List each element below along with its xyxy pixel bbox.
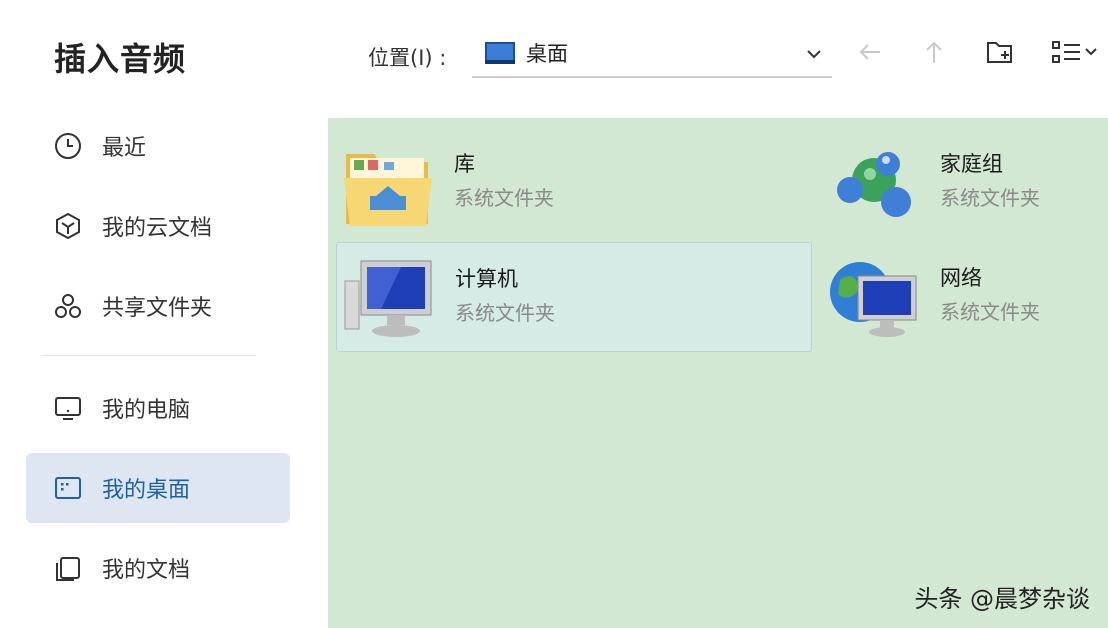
chevron-down-icon [804,44,824,64]
back-icon [856,38,884,70]
sidebar-item-my-documents[interactable]: 我的文档 [26,533,290,603]
sidebar-item-cloud-docs[interactable]: 我的云文档 [26,191,290,261]
sidebar-item-label: 共享文件夹 [102,296,213,321]
sidebar: 插入音频 最近 我的云文档 共享文件夹 我的电脑 我的桌面 我的文档 [0,0,328,628]
library-folder-icon [340,140,436,230]
up-icon [920,38,948,70]
file-name: 库 [454,152,475,176]
file-item-computer[interactable]: 计算机 系统文件夹 [336,242,812,352]
documents-icon [52,552,84,584]
watermark-text: 头条 @晨梦杂谈 [914,585,1090,613]
file-name: 家庭组 [940,152,1003,176]
file-type: 系统文件夹 [940,186,1040,210]
sidebar-item-label: 我的云文档 [102,216,213,241]
location-dropdown[interactable]: 桌面 [472,30,832,78]
view-options-icon [1050,38,1102,70]
file-name: 网络 [940,266,982,290]
cloud-doc-icon [52,210,84,242]
clock-icon [52,130,84,162]
sidebar-item-label: 最近 [102,136,147,161]
sidebar-item-my-desktop[interactable]: 我的桌面 [26,453,290,523]
sidebar-item-my-computer[interactable]: 我的电脑 [26,373,290,443]
dialog-title: 插入音频 [54,40,187,78]
new-folder-button[interactable] [984,38,1016,70]
sidebar-item-label: 我的电脑 [102,398,191,423]
sidebar-item-recent[interactable]: 最近 [26,111,290,181]
desktop-location-icon [484,41,516,65]
up-button[interactable] [918,38,950,70]
computer-icon [341,255,437,345]
shared-folder-icon [52,290,84,322]
network-icon [826,254,922,344]
toolbar: 位置(I) : 桌面 [328,0,1108,118]
sidebar-divider [42,355,256,356]
desktop-icon [52,472,84,504]
file-list-area[interactable]: 库 系统文件夹 家庭组 系统文件夹 计算机 系统文件夹 网络 系统文件夹 头条 … [328,118,1108,628]
file-item-network[interactable]: 网络 系统文件夹 [822,242,1102,352]
sidebar-item-shared-folders[interactable]: 共享文件夹 [26,271,290,341]
file-type: 系统文件夹 [940,300,1040,324]
homegroup-icon [826,140,922,230]
sidebar-item-label: 我的桌面 [102,478,191,503]
new-folder-icon [985,38,1015,70]
sidebar-item-label: 我的文档 [102,558,191,583]
file-name: 计算机 [455,267,518,291]
file-item-homegroup[interactable]: 家庭组 系统文件夹 [822,128,1102,238]
view-options-button[interactable] [1050,38,1102,70]
back-button[interactable] [854,38,886,70]
monitor-icon [52,392,84,424]
location-label: 位置(I) : [368,46,447,70]
file-type: 系统文件夹 [454,186,554,210]
file-item-library[interactable]: 库 系统文件夹 [336,128,812,238]
file-type: 系统文件夹 [455,301,555,325]
location-value: 桌面 [526,42,568,66]
